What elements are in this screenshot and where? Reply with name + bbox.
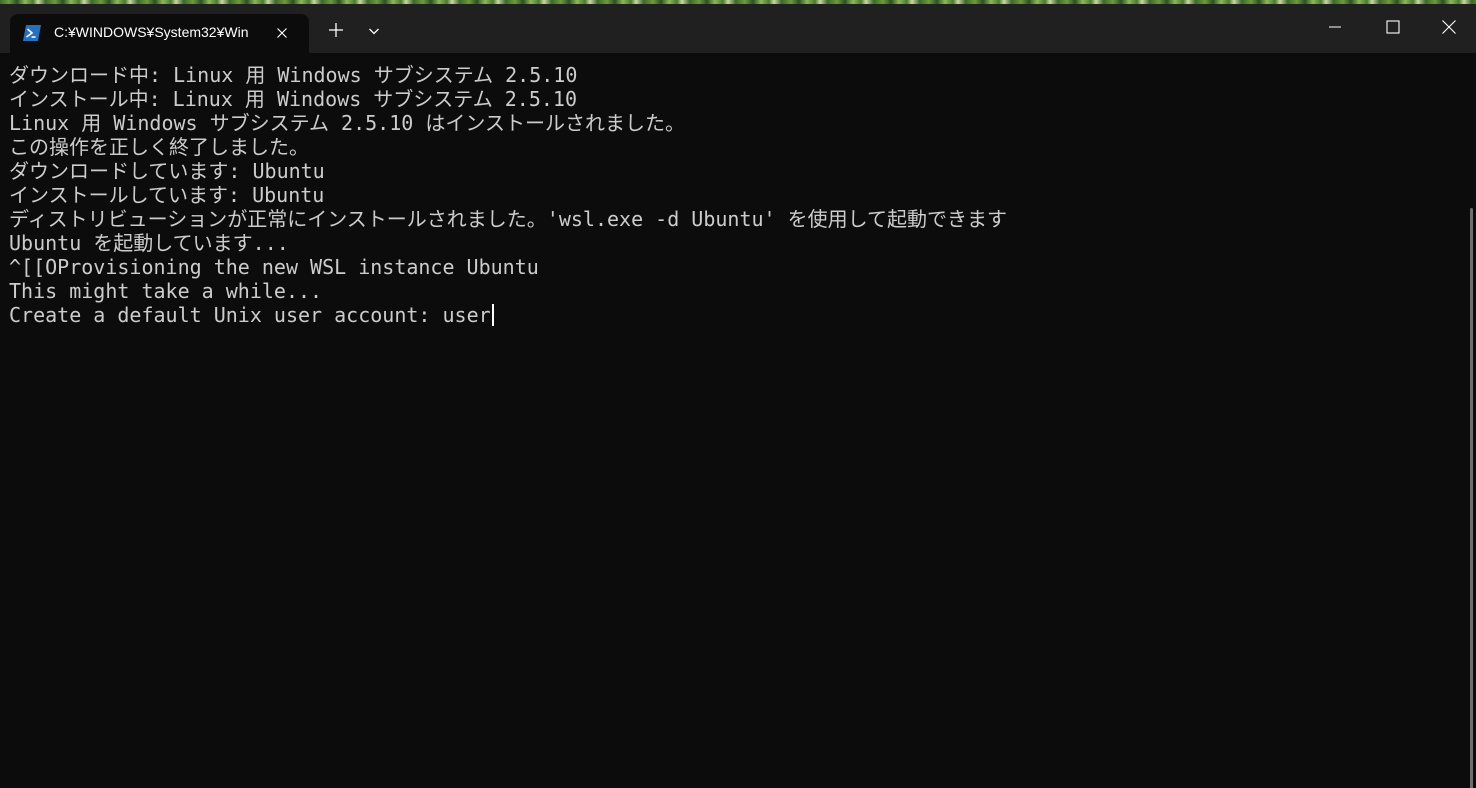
prompt-line: Create a default Unix user account: user	[9, 303, 1007, 327]
terminal-output[interactable]: ダウンロード中: Linux 用 Windows サブシステム 2.5.10 イ…	[0, 53, 1476, 788]
close-icon	[1441, 19, 1457, 39]
minimize-icon	[1328, 19, 1342, 38]
tab-title: C:¥WINDOWS¥System32¥Win	[54, 24, 249, 40]
terminal-line: Ubuntu を起動しています...	[9, 231, 289, 255]
terminal-line: ^[[OProvisioning the new WSL instance Ub…	[9, 255, 539, 279]
close-window-button[interactable]	[1422, 4, 1476, 53]
minimize-button[interactable]	[1306, 4, 1364, 53]
terminal-line: ダウンロード中: Linux 用 Windows サブシステム 2.5.10	[9, 63, 578, 87]
new-tab-button[interactable]	[322, 16, 350, 48]
scrollbar[interactable]	[1470, 208, 1473, 788]
title-bar[interactable]: C:¥WINDOWS¥System32¥Win	[0, 4, 1476, 53]
terminal-line: ディストリビューションが正常にインストールされました。'wsl.exe -d U…	[9, 207, 1008, 231]
terminal-line: この操作を正しく終了しました。	[9, 135, 309, 159]
tab-powershell[interactable]: C:¥WINDOWS¥System32¥Win	[10, 14, 309, 53]
username-prompt: Create a default Unix user account:	[9, 303, 443, 327]
terminal-line: インストール中: Linux 用 Windows サブシステム 2.5.10	[9, 87, 577, 111]
username-input[interactable]: user	[442, 303, 490, 327]
powershell-icon	[23, 25, 41, 41]
terminal-window: C:¥WINDOWS¥System32¥Win ダウンロード中: Linux 用…	[0, 0, 1476, 788]
plus-icon	[328, 22, 344, 42]
terminal-line: ダウンロードしています: Ubuntu	[9, 159, 325, 183]
tab-dropdown-button[interactable]	[360, 16, 388, 48]
maximize-icon	[1386, 19, 1400, 38]
terminal-line: This might take a while...	[9, 279, 323, 303]
terminal-line: Linux 用 Windows サブシステム 2.5.10 はインストールされま…	[9, 111, 685, 135]
text-cursor	[491, 304, 494, 326]
maximize-button[interactable]	[1364, 4, 1422, 53]
terminal-line: インストールしています: Ubuntu	[9, 183, 325, 207]
terminal-lines: ダウンロード中: Linux 用 Windows サブシステム 2.5.10 イ…	[9, 63, 1007, 327]
close-tab-icon[interactable]	[274, 25, 290, 41]
chevron-down-icon	[367, 23, 381, 42]
